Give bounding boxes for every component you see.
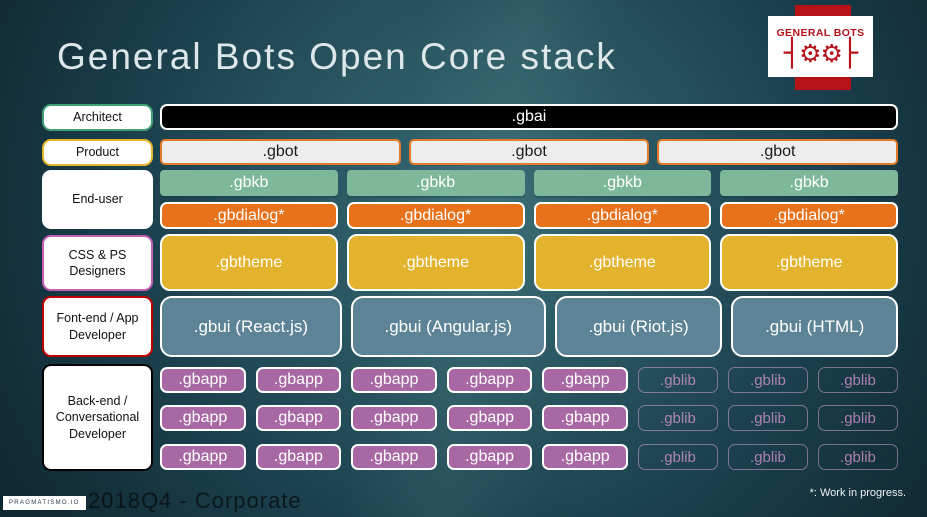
gbtheme-row: .gbtheme .gbtheme .gbtheme .gbtheme [160,234,898,291]
page-title: General Bots Open Core stack [57,36,617,77]
backend-row-3: .gbapp .gbapp .gbapp .gbapp .gbapp .gblib .gbl… [160,444,898,470]
gbtheme-box: .gbtheme [720,234,898,291]
gbkb-box: .gbkb [346,170,525,196]
pragmatismo-brand-badge: PRAGMATISMO.IO [3,496,86,510]
gbot-box: .gbot [160,139,401,165]
gbapp-box: .gbapp [255,367,342,393]
gbapp-box: .gbapp [446,367,533,393]
gbdialog-box: .gbdialog* [346,202,525,229]
gear-icon: ⚙ [820,38,843,68]
gbui-box: .gbui (Angular.js) [350,296,546,357]
gbapp-box: .gbapp [255,405,342,431]
gbapp-box: .gbapp [542,405,628,431]
gbdialog-box: .gbdialog* [720,202,898,229]
role-label-css-ps-designers: CSS & PS Designers [42,235,153,291]
role-label-product: Product [42,139,153,166]
gbui-box: .gbui (React.js) [160,296,342,357]
gbui-row: .gbui (React.js) .gbui (Angular.js) .gbui … [160,296,898,357]
gbapp-box: .gbapp [351,367,437,393]
gbkb-row: .gbkb .gbkb .gbkb .gbkb [160,170,898,196]
gbkb-box: .gbkb [720,170,898,196]
backend-row-1: .gbapp .gbapp .gbapp .gbapp .gbapp .gblib .gbl… [160,367,898,393]
gbapp-box: .gbapp [160,405,246,431]
gbdialog-row: .gbdialog* .gbdialog* .gbdialog* .gbdialog* [160,202,898,229]
gblib-box: .gblib [727,367,808,393]
gbdialog-box: .gbdialog* [160,202,338,229]
gear-icon: ⚙ [799,38,821,68]
gbapp-box: .gbapp [542,367,628,393]
gblib-box: .gblib [817,367,898,393]
gblib-box: .gblib [727,444,808,470]
gbot-box: .gbot [408,139,650,165]
gblib-box: .gblib [817,444,898,470]
gbtheme-box: .gbtheme [346,234,525,291]
logo-right-bar: ├ [841,37,858,69]
gbkb-box: .gbkb [160,170,338,196]
gbapp-box: .gbapp [446,444,533,470]
gbot-box: .gbot [657,139,899,165]
gbapp-box: .gbapp [351,444,437,470]
gbtheme-box: .gbtheme [533,234,712,291]
gbapp-box: .gbapp [160,444,246,470]
gblib-box: .gblib [637,444,718,470]
gbapp-box: .gbapp [351,405,437,431]
role-label-backend-conversational-developer: Back-end / Conversational Developer [42,364,153,471]
gbui-box: .gbui (Riot.js) [554,296,723,357]
role-label-end-user: End-user [42,170,153,229]
backend-row-2: .gbapp .gbapp .gbapp .gbapp .gbapp .gblib .gbl… [160,405,898,431]
gblib-box: .gblib [727,405,808,431]
role-label-architect: Architect [42,104,153,131]
logo-gears: ┤ ⚙ ⚙ ├ [783,37,858,69]
slide: General Bots Open Core stack GENERAL BOT… [0,0,927,517]
gblib-box: .gblib [637,367,718,393]
gbai-box: .gbai [160,104,898,130]
gbot-row: .gbot .gbot .gbot [160,139,899,165]
gbapp-box: .gbapp [542,444,628,470]
gblib-box: .gblib [637,405,718,431]
gbui-box: .gbui (HTML) [731,296,898,357]
gbapp-box: .gbapp [255,444,342,470]
work-in-progress-footnote: *: Work in progress. [809,487,906,499]
gblib-box: .gblib [817,405,898,431]
gbdialog-box: .gbdialog* [533,202,712,229]
slide-footer: 2018Q4 - Corporate [88,488,302,513]
gbkb-box: .gbkb [533,170,712,196]
general-bots-logo: GENERAL BOTS ┤ ⚙ ⚙ ├ [768,16,873,77]
role-label-frontend-app-developer: Font-end / App Developer [42,296,153,357]
logo-left-bar: ┤ [783,37,800,69]
gbai-row: .gbai [160,104,898,130]
logo-wordmark: GENERAL BOTS [776,26,865,39]
gbtheme-box: .gbtheme [160,234,338,291]
gbapp-box: .gbapp [446,405,533,431]
gbapp-box: .gbapp [160,367,246,393]
